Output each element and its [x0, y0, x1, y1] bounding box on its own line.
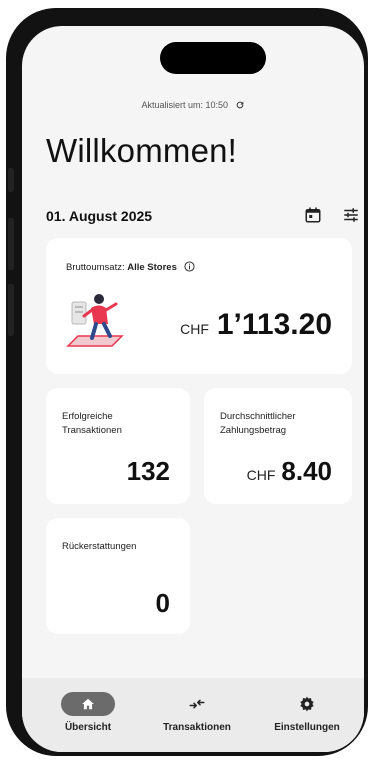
- home-icon: [82, 698, 94, 710]
- refunds-label: Rückerstattungen: [62, 541, 137, 552]
- nav-icon-wrap: [170, 692, 224, 716]
- dynamic-island: [160, 42, 266, 74]
- side-button: [8, 218, 14, 270]
- gross-revenue-card[interactable]: Bruttoumsatz: Alle Stores CHF 1’113.20: [46, 238, 352, 374]
- average-label-line2: Zahlungsbetrag: [220, 425, 287, 436]
- gross-revenue-value: 1’113.20: [216, 308, 332, 341]
- app-screen: Aktualisiert um: 10:50 Willkommen! 01. A…: [22, 26, 364, 752]
- gross-revenue-prefix: Bruttoumsatz:: [66, 262, 125, 273]
- update-status: Aktualisiert um: 10:50: [22, 100, 364, 110]
- side-button: [8, 284, 14, 336]
- phone-frame: Aktualisiert um: 10:50 Willkommen! 01. A…: [6, 8, 368, 756]
- refresh-icon[interactable]: [235, 100, 245, 110]
- nav-label-settings: Einstellungen: [274, 722, 340, 733]
- update-status-text: Aktualisiert um: 10:50: [141, 100, 229, 110]
- nav-item-transactions[interactable]: Transaktionen: [152, 692, 242, 733]
- info-icon[interactable]: [183, 261, 195, 272]
- currency-label: CHF: [246, 467, 276, 483]
- bottom-navigation: Übersicht Transaktionen Einstellungen: [22, 678, 364, 752]
- average-payment-card[interactable]: Durchschnittlicher Zahlungsbetrag CHF 8.4…: [204, 388, 352, 504]
- page-title: Willkommen!: [46, 132, 238, 169]
- transactions-icon: [189, 699, 205, 709]
- transactions-label-line2: Transaktionen: [62, 425, 122, 436]
- average-amount: 8.40: [281, 456, 332, 486]
- currency-label: CHF: [180, 321, 209, 337]
- refunds-value: 0: [155, 588, 170, 618]
- average-payment-value: CHF 8.40: [247, 456, 332, 487]
- nav-icon-wrap: [280, 692, 334, 716]
- side-button: [8, 168, 14, 192]
- nav-active-indicator: [61, 692, 115, 716]
- transactions-label: Erfolgreiche Transaktionen: [62, 410, 192, 438]
- date-label: 01. August 2025: [46, 208, 153, 224]
- average-payment-label: Durchschnittlicher Zahlungsbetrag: [220, 410, 350, 438]
- gross-revenue-label: Bruttoumsatz: Alle Stores: [66, 261, 195, 273]
- filter-icon[interactable]: [342, 206, 360, 224]
- store-selector-label: Alle Stores: [127, 262, 177, 273]
- transactions-card[interactable]: Erfolgreiche Transaktionen 132: [46, 388, 190, 504]
- nav-label-transactions: Transaktionen: [163, 722, 231, 733]
- transactions-label-line1: Erfolgreiche: [62, 411, 113, 422]
- transactions-value: 132: [126, 456, 170, 486]
- date-row: 01. August 2025: [46, 206, 358, 226]
- gear-icon: [300, 696, 314, 712]
- calendar-icon[interactable]: [304, 206, 322, 224]
- gross-revenue-amount: CHF 1’113.20: [180, 308, 332, 342]
- refunds-card[interactable]: Rückerstattungen 0: [46, 518, 190, 634]
- average-label-line1: Durchschnittlicher: [220, 411, 296, 422]
- payment-illustration: [66, 294, 124, 347]
- nav-item-overview[interactable]: Übersicht: [50, 692, 126, 733]
- nav-label-overview: Übersicht: [64, 722, 112, 733]
- nav-item-settings[interactable]: Einstellungen: [262, 692, 352, 733]
